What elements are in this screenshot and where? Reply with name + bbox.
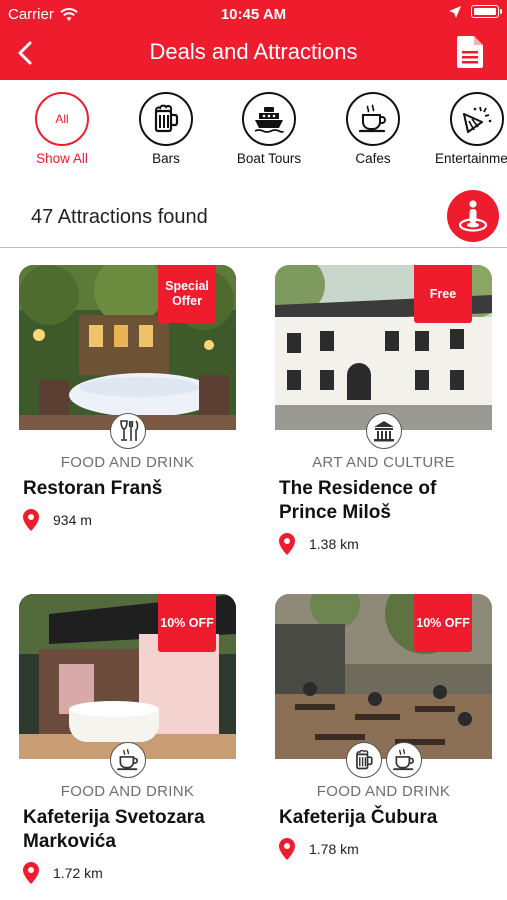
app-header: Carrier 10:45 AM Deals and Attractions [0, 0, 507, 80]
coffee-cup-icon [358, 104, 386, 133]
category-bars[interactable]: Bars [116, 92, 216, 166]
nav-bar: Deals and Attractions [0, 28, 507, 78]
distance-value: 1.72 km [53, 865, 103, 881]
map-pin-icon [23, 509, 39, 531]
party-popper-icon [463, 106, 492, 133]
coffee-cup-icon [392, 748, 414, 771]
distance-value: 1.78 km [309, 841, 359, 857]
attraction-photo: 10% OFF [19, 594, 236, 759]
attraction-distance: 1.38 km [279, 533, 492, 555]
battery-icon [471, 5, 502, 18]
wine-cutlery-icon [119, 420, 138, 441]
attraction-name: Kafeterija Svetozara Markovića [23, 807, 205, 852]
attraction-photo: Free [275, 265, 492, 430]
category-short-label: All [55, 112, 69, 126]
results-count: 47 Attractions found [31, 206, 208, 228]
museum-icon [373, 421, 394, 442]
offer-badge: 10% OFF [414, 594, 472, 652]
page-title: Deals and Attractions [149, 39, 358, 64]
location-person-icon [458, 200, 488, 232]
offer-badge: 10% OFF [158, 594, 216, 652]
map-pin-icon [279, 533, 295, 555]
category-label: Cafes [355, 151, 391, 166]
beer-mug-icon [154, 104, 179, 133]
attraction-card[interactable]: 10% OFF FOOD AND DRINK Kafeterija Čubura… [275, 594, 492, 860]
document-button[interactable] [457, 36, 487, 70]
attraction-card[interactable]: 10% OFF FOOD AND DRINK Kafeterija Svetoz… [19, 594, 236, 884]
category-cafes[interactable]: Cafes [323, 92, 423, 166]
attraction-name: Kafeterija Čubura [279, 807, 438, 828]
results-bar: 47 Attractions found [0, 184, 507, 248]
status-time: 10:45 AM [220, 6, 287, 23]
attraction-category: FOOD AND DRINK [60, 454, 195, 471]
document-icon [457, 36, 483, 68]
category-show-all[interactable]: All Show All [12, 92, 112, 166]
attraction-distance: 1.72 km [23, 862, 236, 884]
map-pin-icon [279, 838, 295, 860]
attraction-name: Restoran Franš [23, 478, 163, 499]
category-entertainment[interactable]: Entertainment [427, 92, 507, 166]
offer-badge: Special Offer [158, 265, 216, 323]
map-view-button[interactable] [447, 190, 499, 242]
boat-icon [254, 107, 284, 133]
status-bar: Carrier 10:45 AM [0, 0, 507, 28]
attraction-category: FOOD AND DRINK [60, 783, 195, 800]
attraction-photo: Special Offer [19, 265, 236, 430]
category-filter-bar: All Show All Bars Boat Tours Cafes Enter… [0, 80, 507, 174]
offer-badge: Free [414, 265, 472, 323]
coffee-cup-icon [116, 748, 138, 771]
beer-mug-icon [355, 749, 373, 770]
category-label: Show All [36, 151, 88, 166]
category-boat-tours[interactable]: Boat Tours [219, 92, 319, 166]
category-label: Entertainment [434, 151, 507, 166]
category-label: Boat Tours [236, 151, 302, 166]
location-arrow-icon [449, 5, 461, 18]
attraction-category: FOOD AND DRINK [316, 783, 451, 800]
distance-value: 934 m [53, 512, 92, 528]
attraction-distance: 934 m [23, 509, 236, 531]
category-label: Bars [152, 151, 180, 166]
attraction-card[interactable]: Free ART AND CULTURE The Residence of Pr… [275, 265, 492, 555]
distance-value: 1.38 km [309, 536, 359, 552]
map-pin-icon [23, 862, 39, 884]
attraction-card[interactable]: Special Offer FOOD AND DRINK Restoran Fr… [19, 265, 236, 531]
attraction-category: ART AND CULTURE [312, 454, 455, 471]
attraction-distance: 1.78 km [279, 838, 492, 860]
attraction-photo: 10% OFF [275, 594, 492, 759]
all-icon: All [35, 92, 89, 146]
attraction-name: The Residence of Prince Miloš [279, 478, 437, 523]
